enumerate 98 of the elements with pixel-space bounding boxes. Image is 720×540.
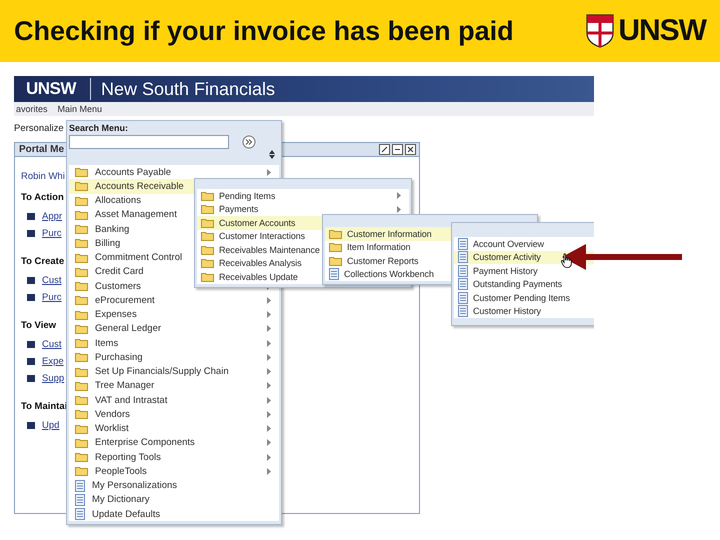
menu-item[interactable]: Worklist bbox=[69, 422, 279, 436]
page-icon bbox=[458, 251, 468, 264]
personalize-link[interactable]: Personalize bbox=[14, 123, 64, 134]
menu-item[interactable]: Reporting Tools bbox=[69, 450, 279, 464]
section-heading: To Maintai bbox=[21, 401, 68, 412]
portal-link[interactable]: Purc bbox=[42, 228, 62, 239]
portal-link[interactable]: Supp bbox=[42, 373, 64, 384]
menu-item[interactable]: Vendors bbox=[69, 407, 279, 422]
folder-icon bbox=[201, 190, 214, 201]
menu-item[interactable]: Payments bbox=[197, 202, 409, 216]
folder-icon bbox=[75, 266, 88, 277]
crest-icon bbox=[586, 14, 614, 48]
folder-icon bbox=[75, 238, 88, 248]
folder-icon bbox=[75, 438, 88, 448]
square-bullet-icon bbox=[27, 277, 35, 284]
menu-item[interactable]: My Personalizations bbox=[69, 478, 279, 493]
user-link[interactable]: Robin Whi bbox=[21, 171, 65, 182]
folder-icon bbox=[75, 210, 88, 220]
menu-item[interactable]: Outstanding Payments bbox=[454, 278, 594, 291]
edit-icon[interactable] bbox=[379, 144, 390, 155]
menu-item[interactable]: Payment History bbox=[454, 264, 594, 278]
submenu-arrow-icon bbox=[267, 168, 271, 176]
page-icon bbox=[75, 508, 85, 520]
portal-link[interactable]: Cust bbox=[42, 339, 62, 350]
menu-item[interactable]: Enterprise Components bbox=[69, 436, 279, 450]
go-icon[interactable] bbox=[242, 135, 256, 149]
folder-icon bbox=[75, 395, 88, 406]
folder-icon bbox=[75, 181, 88, 192]
folder-icon bbox=[201, 218, 214, 228]
menu-item[interactable]: My Dictionary bbox=[69, 492, 279, 507]
minimize-icon[interactable] bbox=[392, 144, 403, 155]
folder-icon bbox=[75, 224, 88, 234]
menu-item[interactable]: PeopleTools bbox=[69, 464, 279, 478]
square-bullet-icon bbox=[27, 294, 35, 301]
folder-icon bbox=[75, 281, 88, 292]
page-icon bbox=[75, 494, 85, 506]
menu-item[interactable]: Customer Pending Items bbox=[454, 291, 594, 304]
close-icon[interactable] bbox=[405, 144, 416, 155]
square-bullet-icon bbox=[27, 358, 35, 365]
page-icon bbox=[458, 278, 468, 290]
menu-item[interactable]: General Ledger bbox=[69, 322, 279, 336]
menu-item[interactable]: Accounts Payable bbox=[69, 165, 279, 180]
folder-icon bbox=[75, 452, 88, 462]
portal-link[interactable]: Upd bbox=[42, 420, 60, 431]
product-name: New South Financials bbox=[100, 78, 276, 100]
folder-icon bbox=[75, 409, 88, 420]
nav-link[interactable]: avorites bbox=[14, 104, 50, 114]
folder-icon bbox=[75, 380, 88, 391]
menu-item[interactable]: Update Defaults bbox=[69, 507, 279, 522]
search-menu-label: Search Menu: bbox=[69, 123, 130, 133]
page-icon bbox=[75, 480, 85, 492]
square-bullet-icon bbox=[27, 341, 35, 348]
folder-icon bbox=[75, 295, 88, 306]
folder-icon bbox=[75, 310, 88, 320]
portal-title: Portal Me bbox=[19, 144, 64, 155]
folder-icon bbox=[75, 252, 88, 263]
brand-name: UNSW bbox=[14, 78, 91, 100]
section-heading: To View bbox=[21, 320, 56, 331]
section-heading: To Action bbox=[21, 192, 64, 203]
section-heading: To Create bbox=[21, 256, 64, 267]
page-icon bbox=[329, 268, 339, 280]
sort-icon[interactable] bbox=[269, 150, 275, 159]
square-bullet-icon bbox=[27, 213, 35, 220]
menu-item[interactable]: Items bbox=[69, 336, 279, 350]
folder-icon bbox=[75, 338, 88, 348]
folder-icon bbox=[201, 244, 214, 255]
square-bullet-icon bbox=[27, 230, 35, 237]
page-icon bbox=[458, 305, 468, 318]
folder-icon bbox=[75, 424, 88, 434]
portal-link[interactable]: Expe bbox=[42, 356, 64, 367]
page-icon bbox=[458, 238, 468, 250]
page-icon bbox=[458, 264, 468, 277]
search-field[interactable] bbox=[69, 135, 229, 149]
menu-item[interactable]: Expenses bbox=[69, 308, 279, 322]
folder-icon bbox=[201, 258, 214, 268]
folder-icon bbox=[329, 256, 342, 266]
nav-link[interactable]: Main Menu bbox=[56, 104, 104, 114]
portal-link[interactable]: Appr bbox=[42, 211, 62, 222]
folder-icon bbox=[75, 324, 88, 334]
folder-icon bbox=[201, 272, 214, 282]
portal-link[interactable]: Cust bbox=[42, 275, 62, 286]
page-icon bbox=[458, 292, 468, 304]
logo-text: UNSW bbox=[618, 14, 706, 48]
folder-icon bbox=[75, 196, 88, 206]
menu-item[interactable]: Set Up Financials/Supply Chain bbox=[69, 364, 279, 379]
folder-icon bbox=[75, 352, 88, 362]
square-bullet-icon bbox=[27, 375, 35, 382]
menu-item[interactable]: eProcurement bbox=[69, 293, 279, 308]
folder-icon bbox=[75, 466, 88, 476]
menu-item[interactable]: Customer History bbox=[454, 304, 594, 318]
square-bullet-icon bbox=[27, 422, 35, 429]
slide-title: Checking if your invoice has been paid bbox=[14, 16, 514, 46]
menu-item[interactable]: Tree Manager bbox=[69, 378, 279, 393]
folder-icon bbox=[75, 366, 88, 377]
menu-item[interactable]: VAT and Intrastat bbox=[69, 393, 279, 408]
hand-cursor-icon bbox=[561, 253, 573, 268]
portal-link[interactable]: Purc bbox=[42, 292, 62, 303]
menu-item[interactable]: Purchasing bbox=[69, 350, 279, 364]
